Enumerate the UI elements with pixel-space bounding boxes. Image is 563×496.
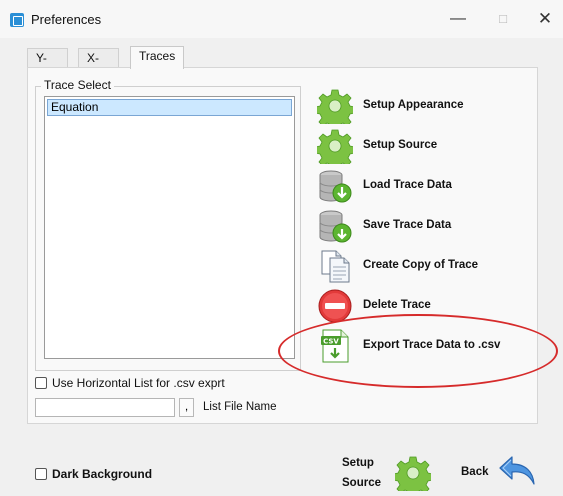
trace-select-legend: Trace Select <box>41 78 114 92</box>
save-trace-data-button[interactable]: Save Trace Data <box>317 208 532 244</box>
app-icon <box>10 13 24 27</box>
setup-source-button[interactable]: Setup Source <box>317 128 532 164</box>
database-save-icon <box>319 210 352 243</box>
close-button[interactable]: ✕ <box>525 6 563 32</box>
highlight-annotation <box>278 314 558 388</box>
tab-traces[interactable]: Traces <box>130 46 185 69</box>
setup-source-footer-line1: Setup <box>342 457 374 469</box>
gear-icon <box>317 89 353 124</box>
load-trace-data-button[interactable]: Load Trace Data <box>317 168 532 204</box>
create-copy-of-trace-label: Create Copy of Trace <box>363 259 479 271</box>
dark-background-checkbox-box[interactable] <box>35 468 47 480</box>
horizontal-list-checkbox-box[interactable] <box>35 377 47 389</box>
list-file-name-input[interactable] <box>35 398 175 417</box>
back-button[interactable]: Back <box>458 452 544 492</box>
setup-source-label: Setup Source <box>363 139 438 151</box>
setup-appearance-button[interactable]: Setup Appearance <box>317 88 532 124</box>
maximize-button[interactable]: □ <box>483 6 523 32</box>
dark-background-label: Dark Background <box>52 467 153 481</box>
trace-list[interactable]: Equation <box>44 96 295 359</box>
tab-y-axis[interactable]: Y-Axis <box>27 48 68 84</box>
setup-source-footer-line2: Source <box>342 477 381 489</box>
delete-trace-label: Delete Trace <box>363 299 431 311</box>
create-copy-of-trace-button[interactable]: Create Copy of Trace <box>317 248 532 284</box>
browse-file-button[interactable]: , <box>179 398 194 417</box>
database-load-icon <box>319 170 352 203</box>
back-arrow-icon <box>499 456 535 485</box>
list-file-name-label: List File Name <box>203 401 277 413</box>
list-item[interactable]: Equation <box>47 99 292 116</box>
title-bar: Preferences — □ ✕ <box>0 0 563 38</box>
minimize-button[interactable]: — <box>438 6 478 32</box>
setup-source-footer-button[interactable]: Setup Source <box>340 452 436 492</box>
load-trace-data-label: Load Trace Data <box>363 179 452 191</box>
back-label: Back <box>461 466 489 478</box>
setup-appearance-label: Setup Appearance <box>363 99 464 111</box>
gear-icon <box>317 129 353 164</box>
window-title: Preferences <box>31 12 102 27</box>
gear-icon <box>395 456 431 491</box>
tab-x-axis[interactable]: X-Axis <box>78 48 119 84</box>
save-trace-data-label: Save Trace Data <box>363 219 452 231</box>
horizontal-list-label: Use Horizontal List for .csv exprt <box>52 376 225 390</box>
copy-icon <box>321 250 350 283</box>
